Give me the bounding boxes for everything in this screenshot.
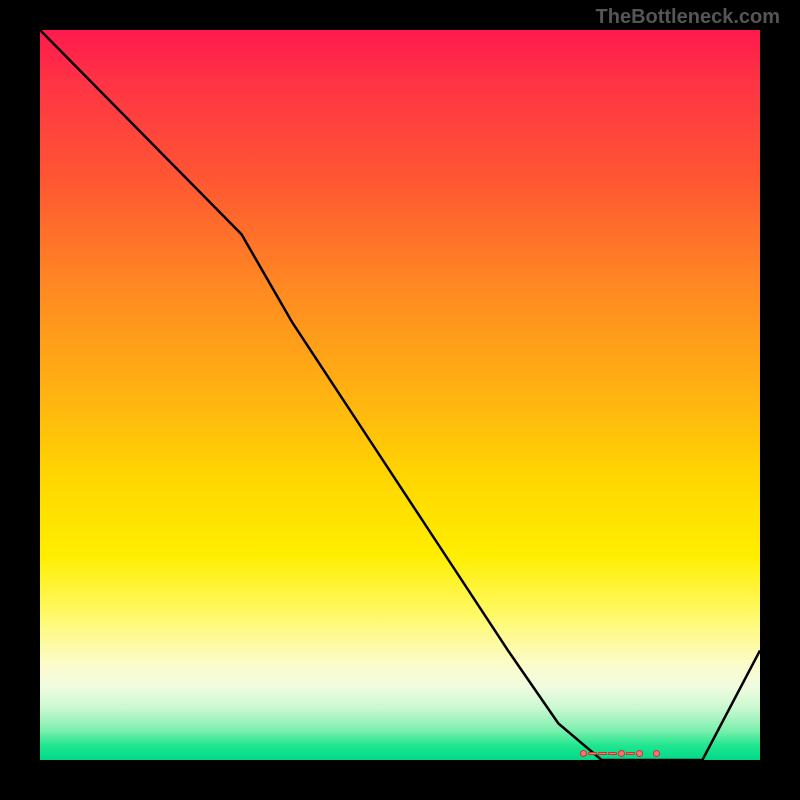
bottleneck-curve xyxy=(40,30,760,760)
watermark-text: TheBottleneck.com xyxy=(596,6,780,29)
optimal-region-markers xyxy=(580,745,710,753)
chart-plot-area xyxy=(40,30,760,760)
